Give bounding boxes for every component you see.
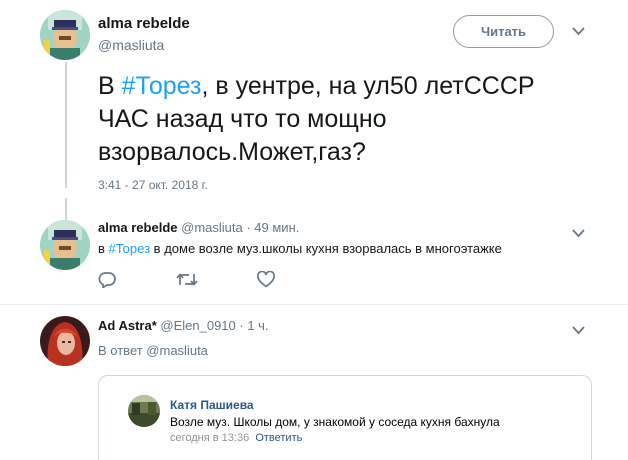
quote-reply-link[interactable]: Ответить [255,432,302,444]
in-reply-to[interactable]: В ответ @masliuta [98,343,208,358]
tweet-text-prefix: В [98,72,122,100]
quote-text: Возле муз. Школы дом, у знакомой у сосед… [170,415,500,429]
hashtag-link[interactable]: #Торез [122,72,202,100]
avatar[interactable] [40,316,90,366]
author-handle[interactable]: @Elen_0910 [160,318,235,333]
tweet-header: Ad Astra* @Elen_0910 · 1 ч. [98,318,269,333]
tweet-header: alma rebelde @masliuta · 49 мин. [98,220,299,235]
tweet-text-body: в доме возле муз.школы кухня взорвалась … [150,241,502,256]
thread-line [65,62,67,188]
retweet-icon[interactable] [176,271,198,293]
heart-icon[interactable] [257,270,275,293]
follow-button[interactable]: Читать [453,15,554,48]
chevron-down-icon[interactable] [572,323,585,338]
tweet-time-ago[interactable]: · 1 ч. [239,318,268,333]
tweet-text-prefix: в [98,241,109,256]
tweet-text: В #Торез, в уентре, на ул50 летСССР ЧАС … [98,70,578,169]
quote-date: сегодня в 13:36 [170,432,250,444]
author-handle[interactable]: @masliuta [98,37,164,53]
hashtag-link[interactable]: #Торез [109,241,151,256]
avatar[interactable] [40,10,90,60]
tweet-text: в #Торез в доме возле муз.школы кухня вз… [98,241,502,256]
thread-line [65,198,67,220]
quote-author-name[interactable]: Катя Пашиева [170,398,254,412]
tweet-time-ago[interactable]: · 49 мин. [246,220,299,235]
author-name[interactable]: alma rebelde [98,220,178,235]
quote-meta: сегодня в 13:36 Ответить [170,432,302,444]
reply-icon[interactable] [98,271,116,293]
author-name[interactable]: Ad Astra* [98,318,157,333]
chevron-down-icon[interactable] [572,226,585,241]
author-handle[interactable]: @masliuta [181,220,243,235]
chevron-down-icon[interactable] [572,24,585,39]
avatar[interactable] [40,220,90,270]
quote-avatar[interactable] [128,395,160,427]
tweet-timestamp[interactable]: 3:41 - 27 окт. 2018 г. [98,178,208,192]
tweet-divider [0,304,628,305]
author-name[interactable]: alma rebelde [98,15,190,32]
